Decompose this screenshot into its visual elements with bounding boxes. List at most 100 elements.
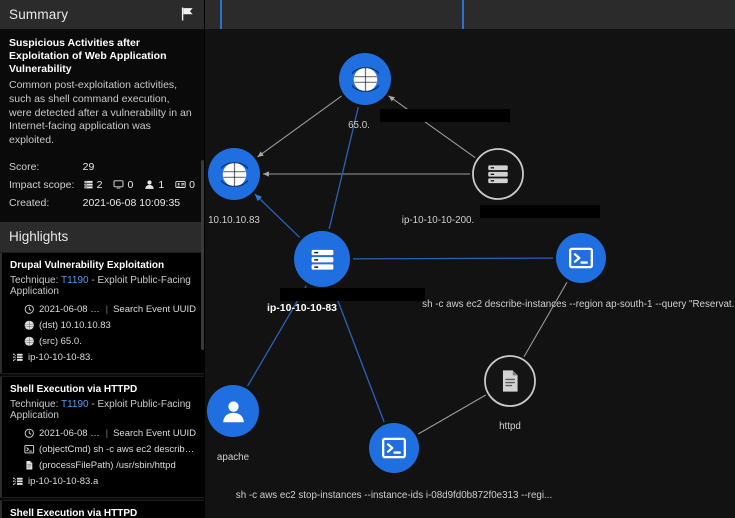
- sidebar-scrollbar[interactable]: [201, 160, 204, 350]
- investigation-window: Summary Suspicious Activities after Expl…: [0, 0, 735, 518]
- highlight-detail-row: (src) 65.0.: [13, 334, 196, 350]
- technique-id-link[interactable]: T1190: [61, 399, 89, 410]
- incident-description: Common post-exploitation activities, suc…: [9, 79, 192, 146]
- summary-title-text: Summary: [9, 7, 69, 22]
- created-row: Created: 2021-06-08 10:09:35: [9, 194, 195, 212]
- technique-id-link[interactable]: T1190: [61, 275, 89, 286]
- graph-edge[interactable]: [332, 287, 385, 423]
- highlight-name: Drupal Vulnerability Exploitation: [10, 259, 165, 271]
- globe-icon: [24, 320, 35, 331]
- impact-scope-count: 0: [127, 178, 134, 191]
- toolbar-marker[interactable]: [462, 0, 464, 29]
- file-icon: [497, 368, 523, 394]
- highlight-detail-row: (processFilePath) /usr/sbin/httpd: [13, 458, 196, 474]
- highlight-detail-text: ip-10-10-10-83.a: [28, 476, 99, 488]
- graph-node-label: sh -c aws ec2 describe-instances --regio…: [422, 299, 735, 310]
- file-icon: [24, 460, 35, 471]
- graph-edge[interactable]: [352, 257, 554, 260]
- graph-node-label: apache: [217, 452, 250, 463]
- host-icon: [308, 245, 337, 274]
- graph-node[interactable]: ip-10-10-10-200.: [402, 148, 600, 226]
- technique-label: Technique:: [10, 274, 59, 286]
- terminal-icon: [568, 245, 594, 271]
- impact-scope-item[interactable]: 0: [175, 179, 195, 191]
- host-network-icon: [13, 476, 24, 487]
- globe-icon: [220, 161, 248, 188]
- toolbar-marker[interactable]: [220, 0, 222, 29]
- redaction-bar: [480, 205, 600, 218]
- highlight-name: Shell Execution via HTTPD: [10, 507, 138, 518]
- created-value: 2021-06-08 10:09:35: [82, 196, 181, 209]
- graph-canvas[interactable]: 65.0. 10.10.10.83 ip-10-10-10-200. ip-10…: [205, 29, 735, 518]
- summary-panel-header: Summary: [0, 0, 204, 29]
- redaction-bar: [280, 288, 425, 301]
- graph-edge[interactable]: [417, 394, 487, 435]
- highlight-detail-text: (objectCmd) sh -c aws ec2 describe-insta…: [39, 444, 196, 456]
- graph-edge[interactable]: [388, 95, 476, 159]
- highlight-rows: 2021-06-08 08:53:27 | Search Event UUID (o…: [10, 426, 196, 490]
- globe-icon: [24, 336, 35, 347]
- incident-title: Suspicious Activities after Exploitation…: [9, 37, 167, 76]
- impact-scope-item[interactable]: 0: [113, 179, 133, 191]
- summary-sidebar: Summary Suspicious Activities after Expl…: [0, 0, 205, 518]
- impact-scope-count: 0: [189, 178, 195, 191]
- highlight-name: Shell Execution via HTTPD: [10, 383, 138, 395]
- highlight-detail-row: (objectCmd) sh -c aws ec2 describe-insta…: [13, 442, 196, 458]
- highlight-detail-text: (processFilePath) /usr/sbin/httpd: [39, 460, 176, 472]
- row-separator: |: [105, 304, 109, 316]
- highlights-title-text: Highlights: [9, 229, 69, 245]
- graph-edge[interactable]: [523, 281, 568, 358]
- highlight-detail-text: 2021-06-08 08:53:10: [39, 304, 101, 316]
- clock-icon: [24, 304, 35, 315]
- flag-icon[interactable]: [181, 7, 194, 21]
- graph-node[interactable]: ip-10-10-10-83: [267, 231, 425, 314]
- graph-node[interactable]: 65.0.: [339, 53, 510, 131]
- technique-label: Technique:: [10, 398, 59, 410]
- highlight-detail-row: ip-10-10-10-83.: [13, 350, 196, 366]
- impact-scope-item[interactable]: 2: [83, 178, 103, 191]
- highlight-technique: Technique: T1190 - Exploit Public-Facing…: [10, 275, 196, 297]
- highlight-detail-text: ip-10-10-10-83.: [28, 352, 93, 364]
- impact-scope-count: 1: [158, 178, 165, 191]
- graph-edge[interactable]: [257, 95, 342, 158]
- graph-node-label: ip-10-10-10-200.: [402, 215, 474, 226]
- monitor-icon: [113, 179, 124, 190]
- impact-scope-item[interactable]: 1: [144, 179, 164, 191]
- graph-node[interactable]: sh -c aws ec2 describe-instances --regio…: [422, 233, 735, 310]
- graph-node[interactable]: apache: [207, 385, 259, 463]
- terminal-icon: [24, 444, 35, 455]
- highlight-card[interactable]: Shell Execution via HTTPDTechnique: T119…: [0, 499, 204, 518]
- highlight-detail-row: ip-10-10-10-83.a: [13, 474, 196, 490]
- highlight-card[interactable]: Shell Execution via HTTPD Technique: T119…: [0, 375, 204, 498]
- user-icon: [220, 398, 247, 425]
- score-row: Score: 29: [9, 158, 195, 176]
- graph-svg: 65.0. 10.10.10.83 ip-10-10-10-200. ip-10…: [207, 53, 735, 501]
- graph-node-label: httpd: [499, 421, 521, 432]
- highlight-card[interactable]: Drupal Vulnerability Exploitation Techniq…: [0, 251, 204, 374]
- user-icon: [144, 179, 155, 190]
- score-value: 29: [82, 160, 95, 173]
- summary-body: Suspicious Activities after Exploitation…: [0, 29, 204, 216]
- graph-edge[interactable]: [254, 193, 301, 238]
- highlights-list: Drupal Vulnerability Exploitation Techniq…: [0, 251, 204, 518]
- graph-node-label: sh -c aws ec2 stop-instances --instance-…: [236, 490, 552, 501]
- credential-icon: [175, 179, 186, 190]
- summary-details-table: Score: 29 Impact scope: 2 0 1 0 Created:…: [9, 158, 195, 212]
- graph-node-label: 10.10.10.83: [208, 215, 260, 226]
- graph-node[interactable]: sh -c aws ec2 stop-instances --instance-…: [236, 423, 552, 501]
- graph-node[interactable]: httpd: [484, 355, 536, 432]
- graph-node-label: 65.0.: [348, 120, 370, 131]
- globe-icon: [351, 66, 379, 93]
- redaction-bar: [380, 109, 510, 122]
- host-icon: [83, 179, 94, 190]
- graph-node[interactable]: 10.10.10.83: [208, 148, 260, 226]
- search-event-uuid-link[interactable]: Search Event UUID: [113, 428, 196, 439]
- search-event-uuid-link[interactable]: Search Event UUID: [113, 304, 196, 315]
- host-network-icon: [13, 352, 24, 363]
- impact-scope-row: Impact scope: 2 0 1 0: [9, 176, 195, 194]
- highlight-detail-text: (src) 65.0.: [39, 336, 82, 348]
- graph-pane: 65.0. 10.10.10.83 ip-10-10-10-200. ip-10…: [205, 0, 735, 518]
- graph-node-label: ip-10-10-10-83: [267, 302, 337, 314]
- created-label: Created:: [9, 196, 50, 209]
- impact-scope-count: 2: [96, 178, 103, 191]
